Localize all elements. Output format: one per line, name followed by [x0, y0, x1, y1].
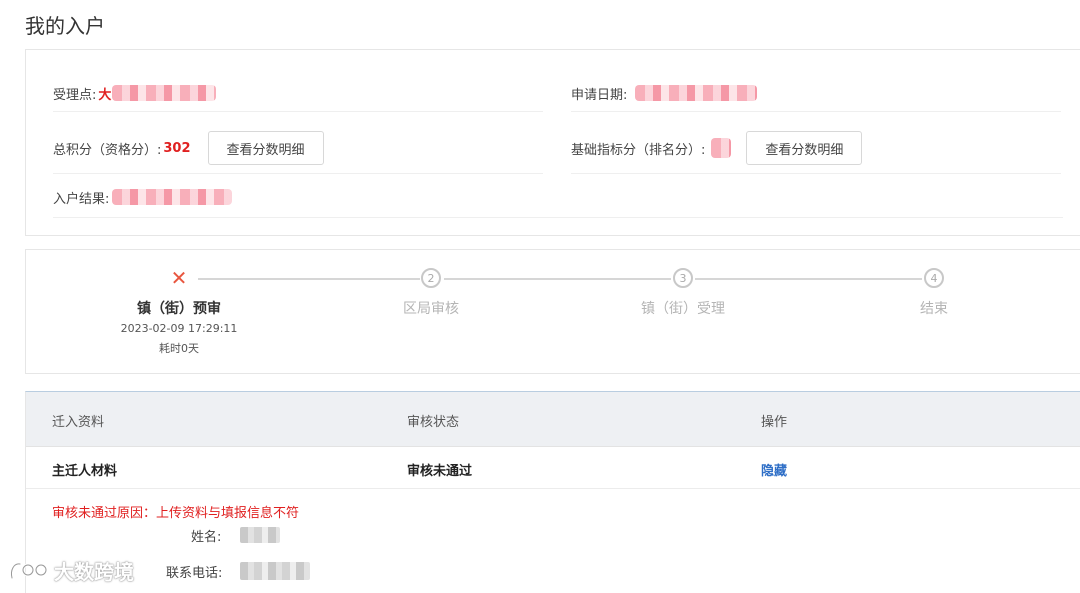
base-score-redacted: [711, 138, 732, 158]
step-connector-2: [444, 278, 671, 280]
watermark-text: 大数跨境: [54, 560, 134, 584]
step-2-number: 2: [421, 268, 441, 288]
base-score-detail-button[interactable]: 查看分数明细: [746, 131, 863, 165]
rejection-reason: 审核未通过原因：上传资料与填报信息不符: [52, 506, 300, 521]
step-1-date: 2023-02-09 17:29:11: [120, 322, 238, 335]
watermark-logo-icon: [10, 561, 48, 579]
result-label: 入户结果:: [53, 191, 110, 207]
step-connector-3: [695, 278, 922, 280]
close-icon: ✕: [170, 266, 188, 290]
row-material: 主迁人材料: [52, 464, 118, 479]
apply-date-label: 申请日期:: [571, 87, 628, 103]
step-3-number: 3: [673, 268, 693, 288]
base-score-row: 基础指标分（排名分）: 查看分数明细: [571, 122, 1061, 174]
total-score-row: 总积分（资格分）: 302 查看分数明细: [53, 122, 543, 174]
row-divider: [26, 488, 1080, 489]
column-header-action: 操作: [761, 415, 788, 430]
step-4-number: 4: [924, 268, 944, 288]
step-2-title: 区局审核: [403, 301, 459, 317]
table-header: 迁入资料 审核状态 操作: [26, 392, 1080, 447]
result-row: 入户结果:: [53, 176, 1063, 218]
step-1-title: 镇（街）预审: [137, 301, 221, 317]
step-connector-1: [198, 278, 420, 280]
step-3-title: 镇（街）受理: [641, 301, 725, 317]
row-status: 审核未通过: [407, 464, 473, 479]
name-label: 姓名:: [191, 530, 222, 545]
column-header-material: 迁入资料: [52, 415, 105, 430]
accept-point-row: 受理点: 大: [53, 74, 543, 112]
apply-date-redacted: [635, 85, 758, 101]
progress-steps: ✕ 镇（街）预审 2023-02-09 17:29:11 耗时0天 2 区局审核…: [25, 249, 1080, 374]
accept-point-value-prefix: 大: [98, 87, 112, 103]
step-4-title: 结束: [920, 301, 948, 317]
accept-point-redacted: [112, 85, 217, 101]
hide-link[interactable]: 隐藏: [761, 460, 787, 479]
watermark: 大数跨境: [8, 556, 134, 585]
accept-point-label: 受理点:: [53, 87, 97, 103]
application-info-card: 受理点: 大 申请日期: 总积分（资格分）: 302 查看分数明细 基础指标分（…: [25, 49, 1080, 236]
column-header-status: 审核状态: [407, 415, 460, 430]
step-1-duration: 耗时0天: [159, 342, 199, 355]
name-redacted: [240, 527, 280, 543]
total-score-detail-button[interactable]: 查看分数明细: [207, 131, 324, 165]
apply-date-row: 申请日期:: [571, 74, 1061, 112]
total-score-label: 总积分（资格分）:: [53, 142, 162, 158]
page: 我的入户 受理点: 大 申请日期: 总积分（资格分）: 302 查看分数明细 基…: [0, 0, 1080, 593]
phone-label: 联系电话:: [166, 566, 223, 581]
phone-redacted: [240, 562, 310, 580]
result-redacted: [112, 189, 233, 205]
materials-table: 迁入资料 审核状态 操作 主迁人材料 审核未通过 隐藏 审核未通过原因：上传资料…: [25, 391, 1080, 593]
base-score-label: 基础指标分（排名分）:: [571, 142, 706, 158]
total-score-value: 302: [163, 140, 191, 156]
page-title: 我的入户: [25, 14, 105, 38]
